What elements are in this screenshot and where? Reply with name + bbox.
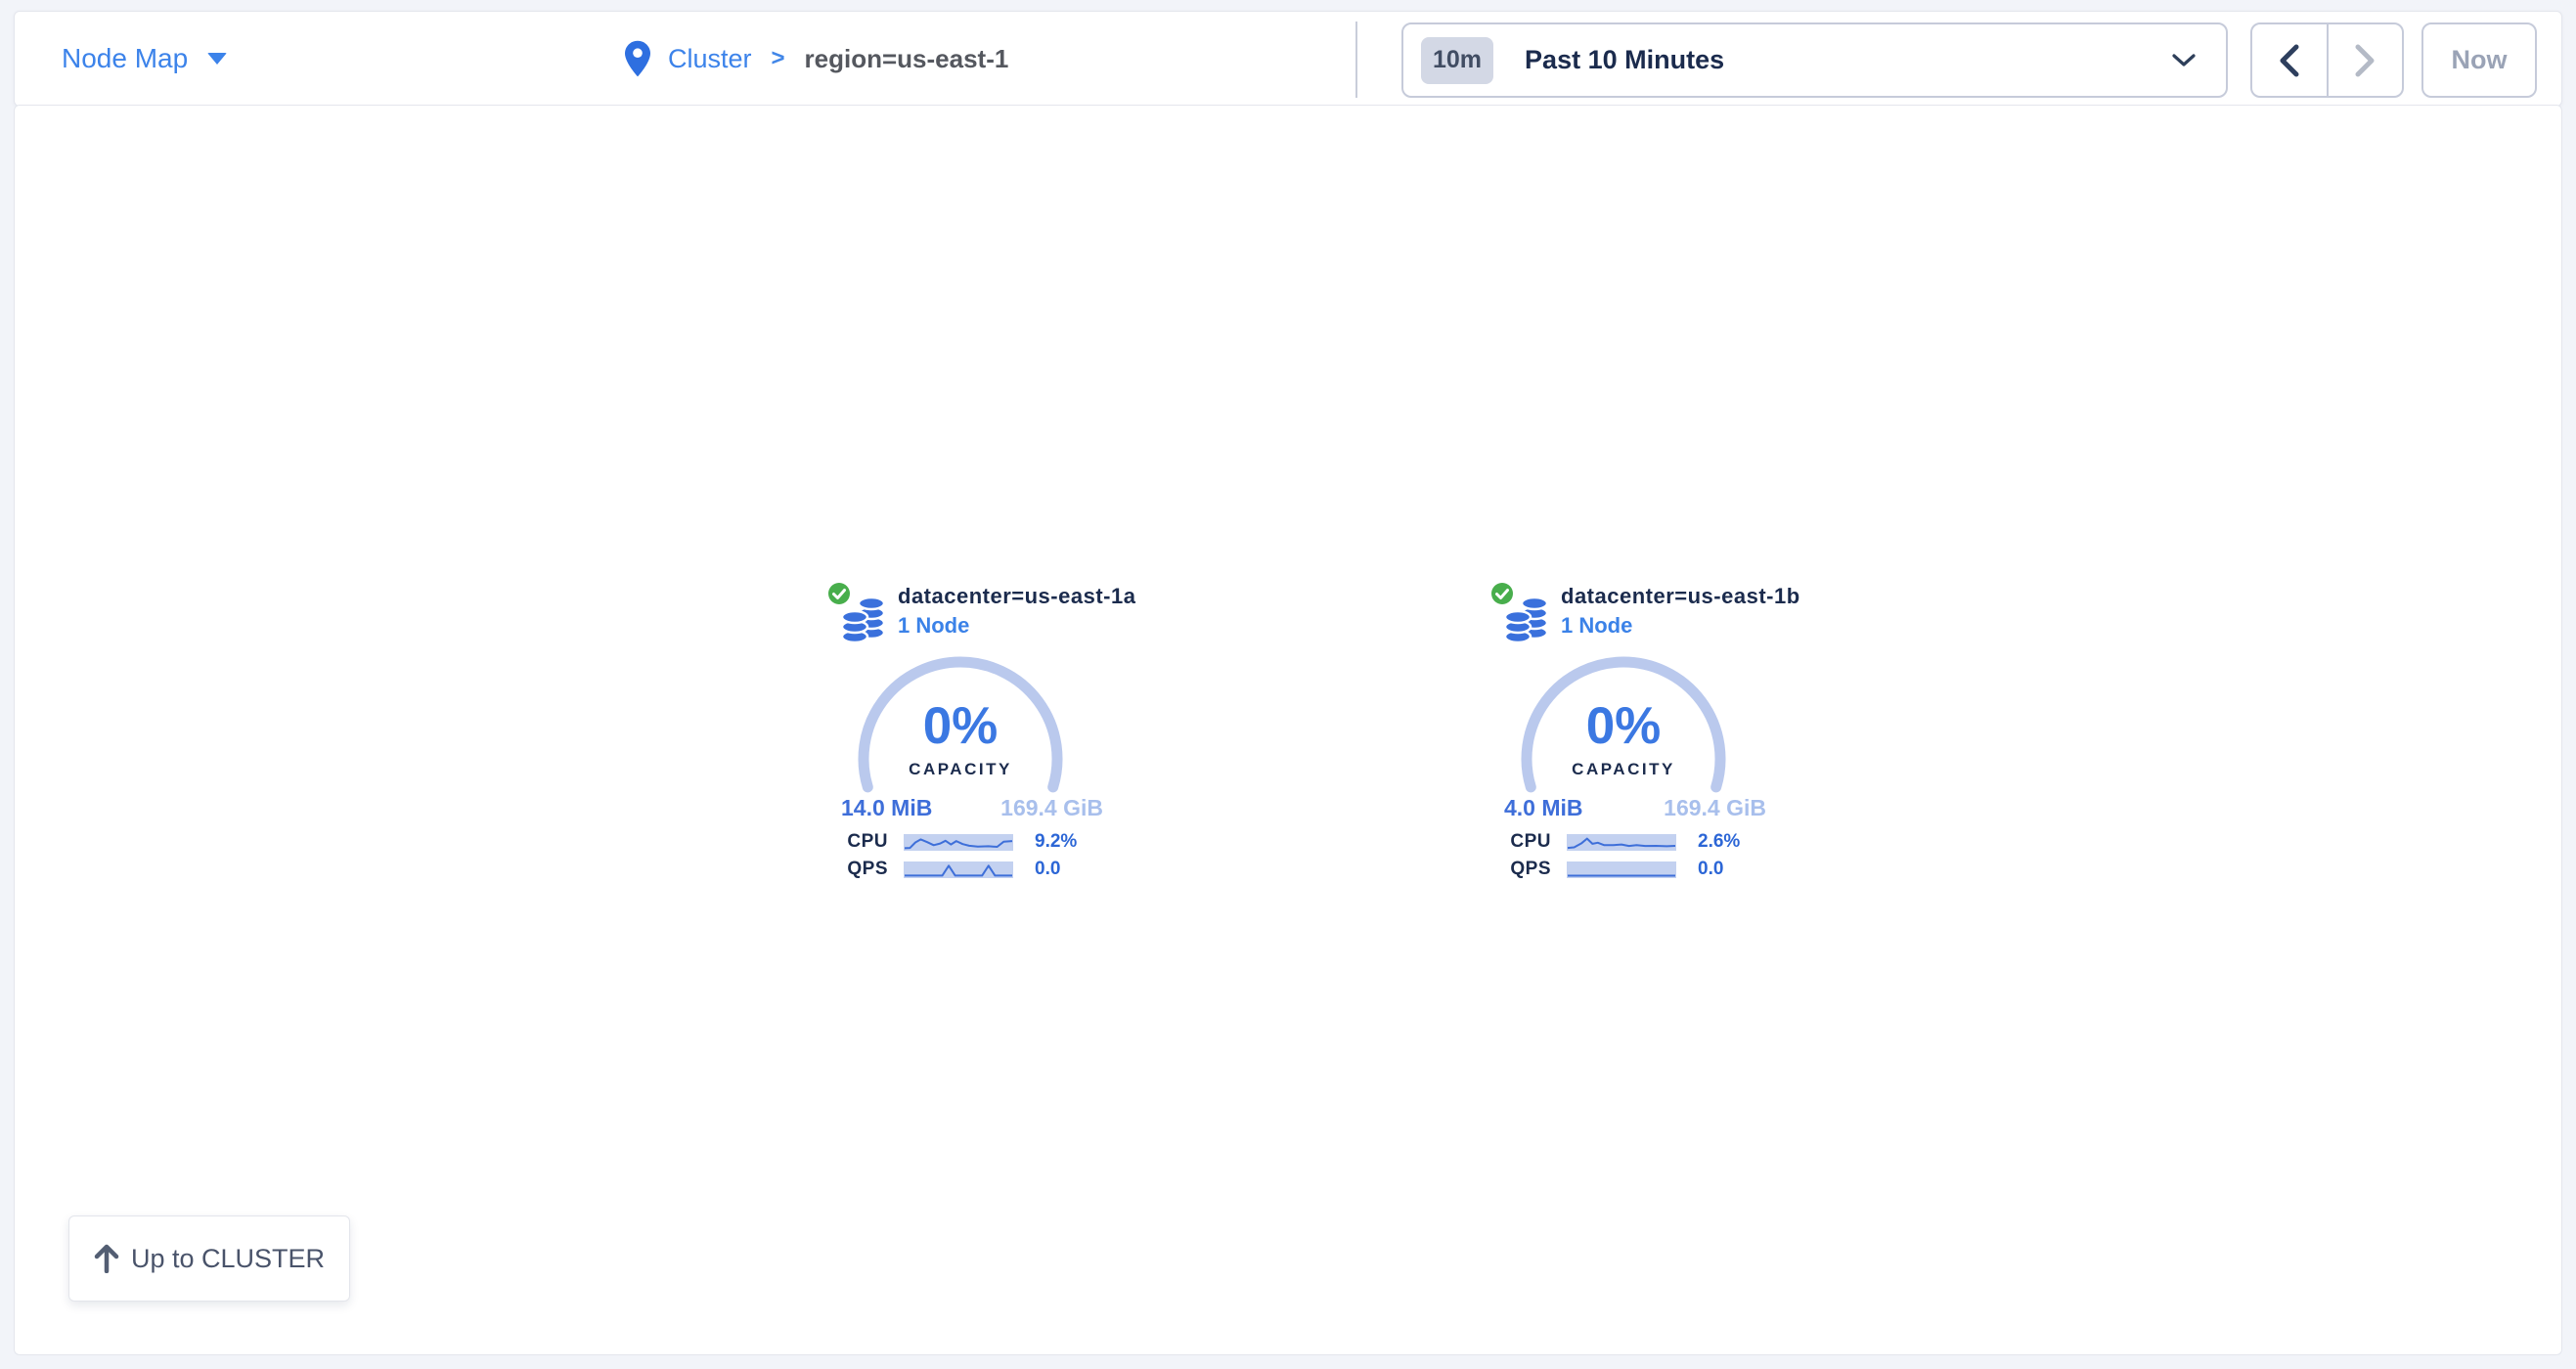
view-selector-label: Node Map xyxy=(62,45,188,72)
qps-metric-row: QPS 0.0 xyxy=(841,858,1103,881)
chevron-right-icon xyxy=(2352,43,2377,78)
breadcrumb: Cluster > region=us-east-1 xyxy=(625,12,1008,106)
time-range-badge: 10m xyxy=(1421,37,1493,84)
arrow-up-icon xyxy=(94,1244,119,1273)
qps-sparkline xyxy=(1567,861,1676,878)
datacenter-node-count: 1 Node xyxy=(898,611,969,640)
time-history-nav xyxy=(2250,22,2404,98)
cpu-metric-row: CPU 2.6% xyxy=(1504,830,1766,854)
toolbar-divider xyxy=(1355,22,1357,98)
now-button[interactable]: Now xyxy=(2421,22,2537,98)
map-pin-icon xyxy=(625,40,650,77)
datacenter-title: datacenter=us-east-1b xyxy=(1561,582,1800,611)
cpu-sparkline xyxy=(1567,834,1676,851)
time-range-dropdown[interactable]: 10m Past 10 Minutes xyxy=(1401,22,2228,98)
cpu-metric-row: CPU 9.2% xyxy=(841,830,1103,854)
capacity-percent: 0% xyxy=(853,699,1068,754)
datacenter-card-us-east-1a[interactable]: datacenter=us-east-1a 1 Node 0% CAPACITY… xyxy=(825,576,1236,908)
qps-sparkline xyxy=(904,861,1013,878)
capacity-label: CAPACITY xyxy=(853,760,1068,779)
cpu-label: CPU xyxy=(841,831,888,853)
capacity-used: 14.0 MiB xyxy=(841,795,932,821)
caret-down-icon xyxy=(207,53,227,65)
up-to-cluster-label: Up to CLUSTER xyxy=(131,1244,325,1274)
qps-value: 0.0 xyxy=(1035,859,1060,880)
cpu-sparkline xyxy=(904,834,1013,851)
cpu-label: CPU xyxy=(1504,831,1551,853)
time-prev-button[interactable] xyxy=(2252,24,2329,96)
capacity-used: 4.0 MiB xyxy=(1504,795,1583,821)
capacity-total: 169.4 GiB xyxy=(1664,795,1766,821)
qps-label: QPS xyxy=(841,859,888,880)
capacity-percent: 0% xyxy=(1516,699,1731,754)
database-stack-icon xyxy=(840,594,888,644)
up-to-cluster-button[interactable]: Up to CLUSTER xyxy=(68,1215,350,1302)
datacenter-node-count: 1 Node xyxy=(1561,611,1632,640)
cpu-value: 2.6% xyxy=(1698,831,1740,853)
breadcrumb-cluster-link[interactable]: Cluster xyxy=(668,44,752,74)
capacity-total: 169.4 GiB xyxy=(1000,795,1103,821)
qps-value: 0.0 xyxy=(1698,859,1723,880)
node-map-canvas: datacenter=us-east-1a 1 Node 0% CAPACITY… xyxy=(14,105,2562,1355)
view-selector-dropdown[interactable]: Node Map xyxy=(62,12,227,106)
datacenter-card-us-east-1b[interactable]: datacenter=us-east-1b 1 Node 0% CAPACITY… xyxy=(1488,576,1899,908)
qps-label: QPS xyxy=(1504,859,1551,880)
top-bar: Node Map Cluster > region=us-east-1 10m … xyxy=(14,11,2562,107)
qps-metric-row: QPS 0.0 xyxy=(1504,858,1766,881)
breadcrumb-current-locality: region=us-east-1 xyxy=(805,44,1009,74)
cpu-value: 9.2% xyxy=(1035,831,1077,853)
database-stack-icon xyxy=(1503,594,1551,644)
chevron-left-icon xyxy=(2277,43,2302,78)
time-range-label: Past 10 Minutes xyxy=(1525,45,1724,75)
time-next-button[interactable] xyxy=(2329,24,2403,96)
capacity-label: CAPACITY xyxy=(1516,760,1731,779)
breadcrumb-separator: > xyxy=(772,45,785,72)
datacenter-title: datacenter=us-east-1a xyxy=(898,582,1135,611)
chevron-down-icon xyxy=(2171,53,2197,68)
